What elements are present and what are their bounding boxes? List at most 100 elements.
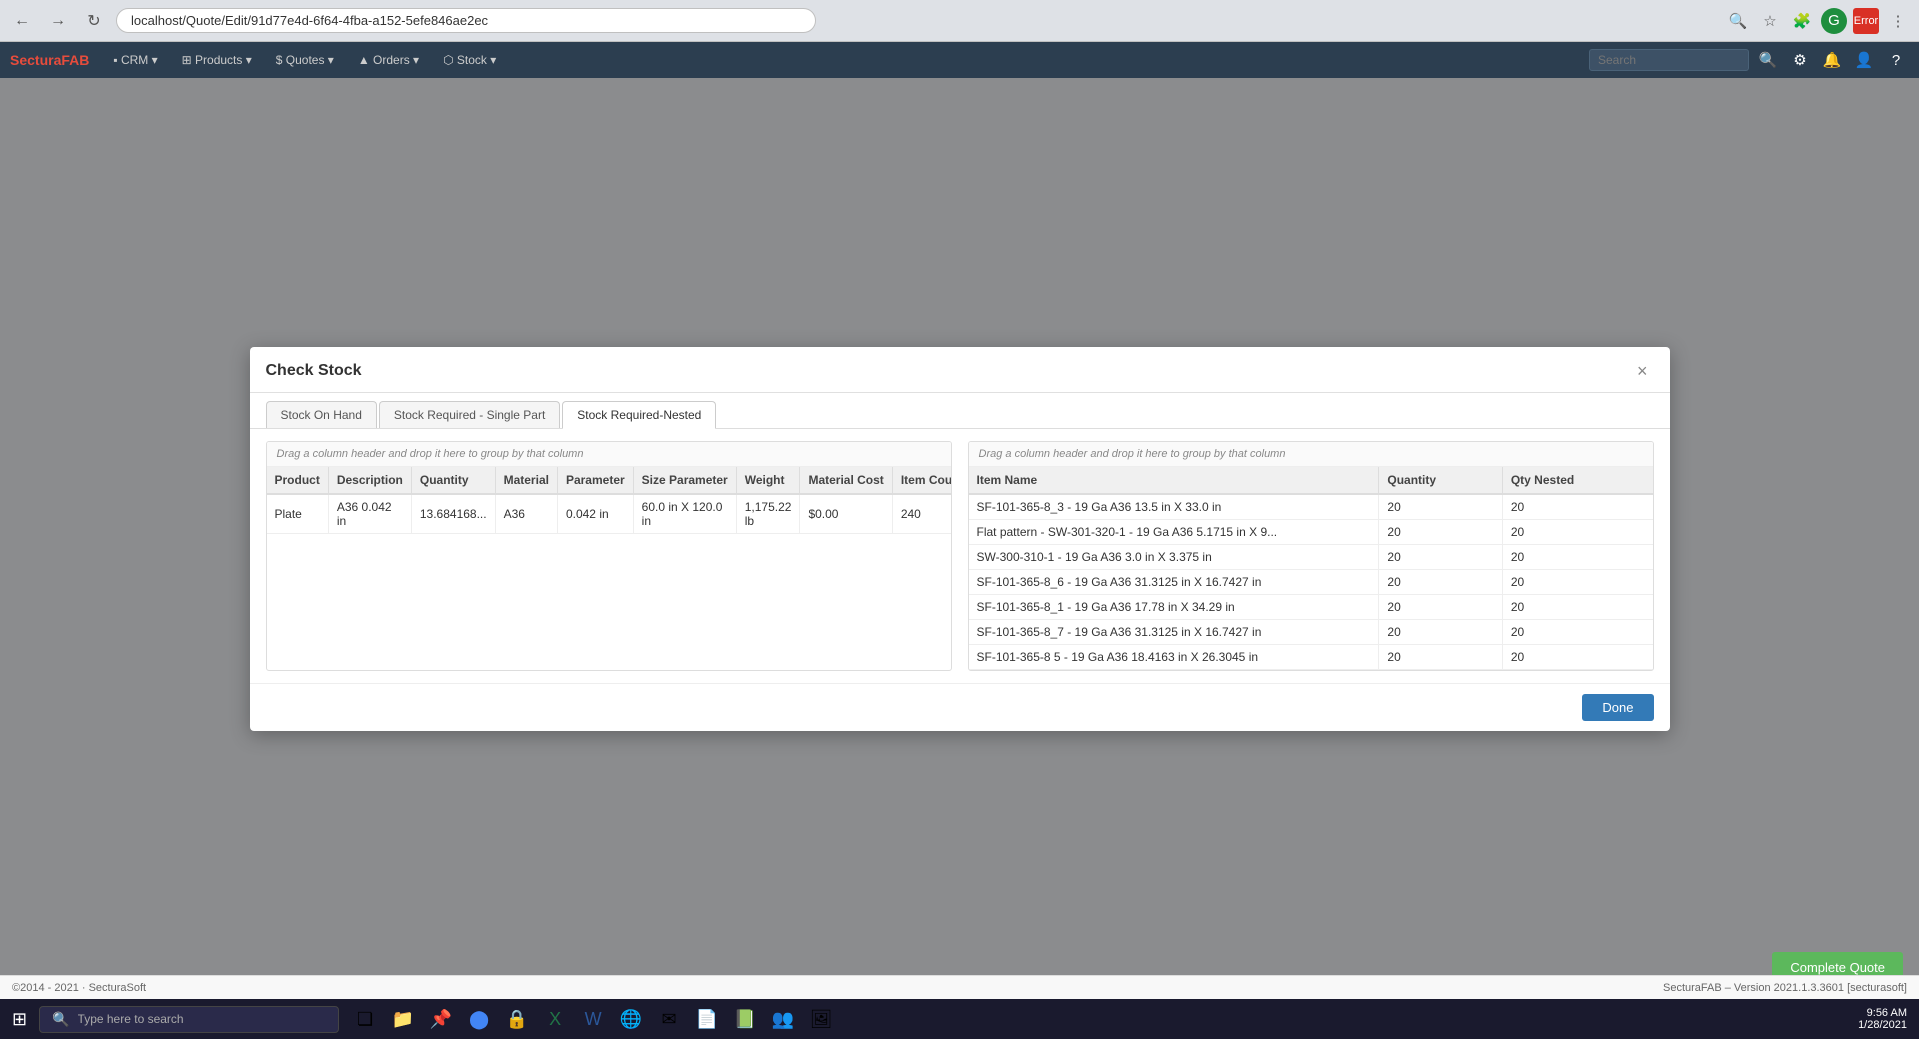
taskbar-icon-excel[interactable]: X <box>537 1001 573 1037</box>
left-data-table: Product Description Quantity Material Pa… <box>267 467 951 534</box>
nav-quotes[interactable]: $ Quotes ▾ <box>266 49 344 71</box>
taskbar-icon-edge[interactable]: 🌐 <box>613 1001 649 1037</box>
nav-bell-icon[interactable]: 🔔 <box>1819 47 1845 73</box>
col-quantity-right[interactable]: Quantity <box>1379 467 1502 494</box>
cell-qty-nested-2: 20 <box>1502 544 1652 569</box>
cell-item-name-4: SF-101-365-8_1 - 19 Ga A36 17.78 in X 34… <box>969 594 1379 619</box>
taskbar-icon-view[interactable]: ❏ <box>347 1001 383 1037</box>
forward-button[interactable]: → <box>44 7 72 35</box>
taskbar-icon-powerpoint[interactable]: 📌 <box>423 1001 459 1037</box>
cell-quantity-1: 20 <box>1379 519 1502 544</box>
menu-icon[interactable]: ⋮ <box>1885 8 1911 34</box>
taskbar-icon-app2[interactable]: 📗 <box>727 1001 763 1037</box>
table-row[interactable]: SF-101-365-8_1 - 19 Ga A36 17.78 in X 34… <box>969 594 1653 619</box>
col-weight[interactable]: Weight <box>736 467 800 494</box>
col-description[interactable]: Description <box>328 467 411 494</box>
taskbar-pinned-icons: ❏ 📁 📌 ⬤ 🔒 X W 🌐 ✉ 📄 📗 👥 🖼 <box>347 1001 839 1037</box>
cell-qty-nested-1: 20 <box>1502 519 1652 544</box>
modal-footer: Done <box>250 683 1670 731</box>
col-item-count[interactable]: Item Count <box>892 467 950 494</box>
cell-item-name-2: SW-300-310-1 - 19 Ga A36 3.0 in X 3.375 … <box>969 544 1379 569</box>
cell-item-name-3: SF-101-365-8_6 - 19 Ga A36 31.3125 in X … <box>969 569 1379 594</box>
nav-stock[interactable]: ⬡ Stock ▾ <box>433 49 506 71</box>
right-grid-panel: Drag a column header and drop it here to… <box>968 441 1654 671</box>
taskbar-icon-mail[interactable]: ✉ <box>651 1001 687 1037</box>
right-grid-hint: Drag a column header and drop it here to… <box>969 442 1653 467</box>
col-item-name[interactable]: Item Name <box>969 467 1379 494</box>
taskbar-icon-teams[interactable]: 👥 <box>765 1001 801 1037</box>
start-button[interactable]: ⊞ <box>4 1005 35 1034</box>
nav-user-icon[interactable]: 👤 <box>1851 47 1877 73</box>
table-row[interactable]: Flat pattern - SW-301-320-1 - 19 Ga A36 … <box>969 519 1653 544</box>
right-table-scroll[interactable]: Item Name Quantity Qty Nested SF-101-365… <box>969 467 1653 670</box>
taskbar-icon-photos[interactable]: 🖼 <box>803 1001 839 1037</box>
cell-qty-nested-0: 20 <box>1502 494 1652 520</box>
modal-title: Check Stock <box>266 362 362 380</box>
taskbar-icon-word[interactable]: W <box>575 1001 611 1037</box>
left-table-header-row: Product Description Quantity Material Pa… <box>267 467 951 494</box>
cell-item-name-6: SF-101-365-8 5 - 19 Ga A36 18.4163 in X … <box>969 644 1379 669</box>
col-quantity[interactable]: Quantity <box>411 467 495 494</box>
nav-search-input[interactable] <box>1589 49 1749 71</box>
col-material[interactable]: Material <box>495 467 557 494</box>
modal-overlay: Check Stock × Stock On Hand Stock Requir… <box>0 78 1919 999</box>
nav-search-icon[interactable]: 🔍 <box>1755 47 1781 73</box>
modal-close-button[interactable]: × <box>1631 359 1654 384</box>
taskbar-search-icon: 🔍 <box>52 1011 69 1028</box>
clock-time: 9:56 AM <box>1858 1007 1907 1019</box>
table-row[interactable]: SF-101-365-8 5 - 19 Ga A36 18.4163 in X … <box>969 644 1653 669</box>
tab-stock-required-nested[interactable]: Stock Required-Nested <box>562 401 716 429</box>
version-bar: ©2014 - 2021 · SecturaSoft SecturaFAB – … <box>0 975 1919 999</box>
taskbar: ⊞ 🔍 ❏ 📁 📌 ⬤ 🔒 X W 🌐 ✉ 📄 📗 👥 🖼 9:56 AM 1/… <box>0 999 1919 1039</box>
table-row[interactable]: SF-101-365-8_6 - 19 Ga A36 31.3125 in X … <box>969 569 1653 594</box>
extension-icon[interactable]: 🧩 <box>1789 8 1815 34</box>
error-badge[interactable]: Error <box>1853 8 1879 34</box>
nav-help-icon[interactable]: ? <box>1883 47 1909 73</box>
left-grid-hint: Drag a column header and drop it here to… <box>267 442 951 467</box>
reload-button[interactable]: ↻ <box>80 7 108 35</box>
cell-description: A36 0.042 in <box>328 494 411 534</box>
table-row[interactable]: Plate A36 0.042 in 13.684168... A36 0.04… <box>267 494 951 534</box>
tab-stock-on-hand[interactable]: Stock On Hand <box>266 401 377 428</box>
table-row[interactable]: SF-101-365-8_3 - 19 Ga A36 13.5 in X 33.… <box>969 494 1653 520</box>
star-icon[interactable]: ☆ <box>1757 8 1783 34</box>
left-table-scroll[interactable]: Product Description Quantity Material Pa… <box>267 467 951 670</box>
clock-date: 1/28/2021 <box>1858 1019 1907 1031</box>
cell-material: A36 <box>495 494 557 534</box>
taskbar-icon-pdf[interactable]: 📄 <box>689 1001 725 1037</box>
col-size-parameter[interactable]: Size Parameter <box>633 467 736 494</box>
tab-stock-required-single[interactable]: Stock Required - Single Part <box>379 401 560 428</box>
cell-qty-nested-5: 20 <box>1502 619 1652 644</box>
right-data-table: Item Name Quantity Qty Nested SF-101-365… <box>969 467 1653 670</box>
col-material-cost[interactable]: Material Cost <box>800 467 892 494</box>
app-navbar: SecturaFAB ▪ CRM ▾ ⊞ Products ▾ $ Quotes… <box>0 42 1919 78</box>
taskbar-icon-chrome[interactable]: ⬤ <box>461 1001 497 1037</box>
nav-settings-icon[interactable]: ⚙ <box>1787 47 1813 73</box>
nav-orders[interactable]: ▲ Orders ▾ <box>348 49 429 71</box>
modal-body: Drag a column header and drop it here to… <box>250 429 1670 683</box>
taskbar-right-area: 9:56 AM 1/28/2021 <box>1858 1007 1915 1031</box>
address-bar[interactable]: localhost/Quote/Edit/91d77e4d-6f64-4fba-… <box>116 8 816 33</box>
taskbar-search-box[interactable]: 🔍 <box>39 1006 339 1033</box>
taskbar-icon-explorer[interactable]: 📁 <box>385 1001 421 1037</box>
back-button[interactable]: ← <box>8 7 36 35</box>
table-row[interactable]: SW-300-310-1 - 19 Ga A36 3.0 in X 3.375 … <box>969 544 1653 569</box>
cell-quantity: 13.684168... <box>411 494 495 534</box>
user-circle-icon[interactable]: G <box>1821 8 1847 34</box>
col-product[interactable]: Product <box>267 467 329 494</box>
search-icon[interactable]: 🔍 <box>1725 8 1751 34</box>
modal-header: Check Stock × <box>250 347 1670 393</box>
cell-parameter: 0.042 in <box>557 494 633 534</box>
taskbar-icon-app1[interactable]: 🔒 <box>499 1001 535 1037</box>
nav-crm[interactable]: ▪ CRM ▾ <box>103 49 167 71</box>
table-row[interactable]: SF-101-365-8_7 - 19 Ga A36 31.3125 in X … <box>969 619 1653 644</box>
nav-products[interactable]: ⊞ Products ▾ <box>172 49 262 71</box>
col-parameter[interactable]: Parameter <box>557 467 633 494</box>
col-qty-nested[interactable]: Qty Nested <box>1502 467 1652 494</box>
brand-highlight: Sectura <box>10 52 61 68</box>
cell-quantity-5: 20 <box>1379 619 1502 644</box>
done-button[interactable]: Done <box>1582 694 1653 721</box>
brand-suffix: FAB <box>61 52 89 68</box>
taskbar-search-input[interactable] <box>78 1012 318 1026</box>
cell-item-name-0: SF-101-365-8_3 - 19 Ga A36 13.5 in X 33.… <box>969 494 1379 520</box>
